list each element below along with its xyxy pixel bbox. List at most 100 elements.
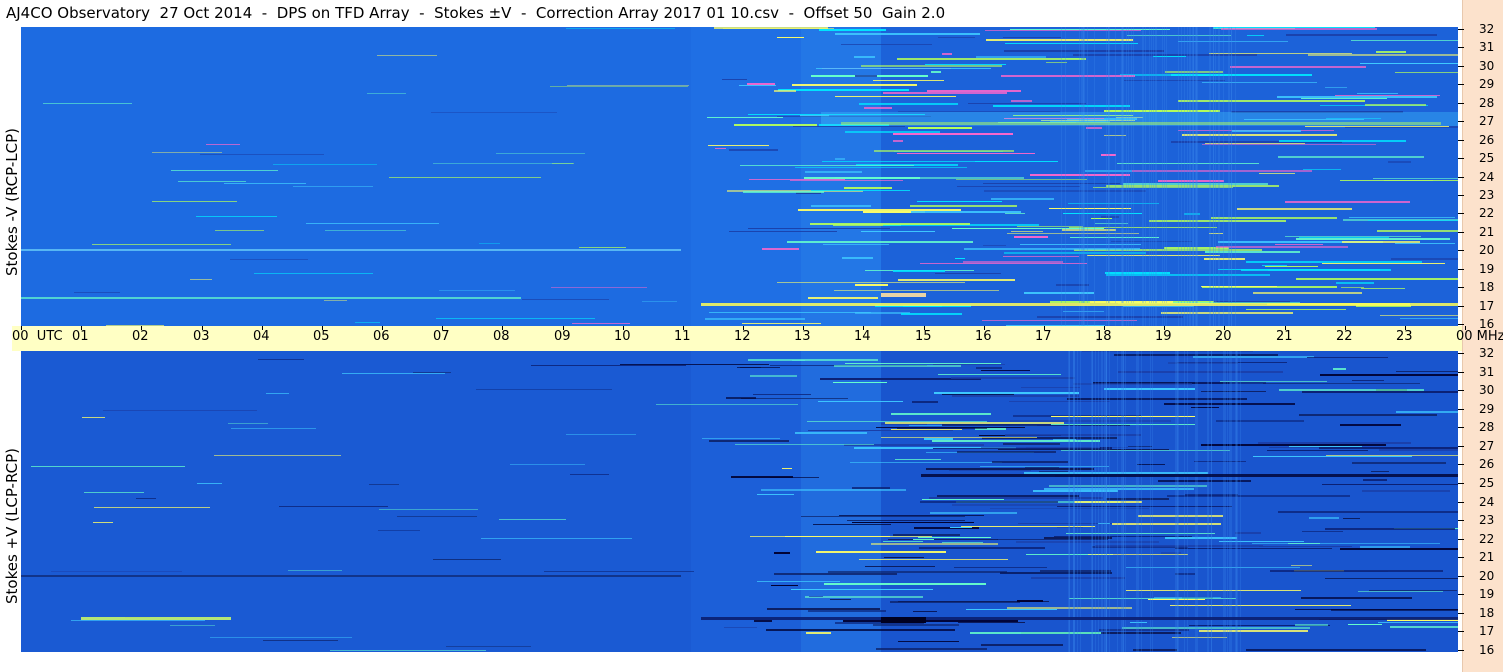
mhz-top-label: 18 [1479, 280, 1495, 294]
utc-label: 03 [193, 329, 210, 344]
mhz-top-tick [1458, 29, 1464, 30]
utc-label: 13 [794, 329, 811, 344]
mhz-bottom-label: 21 [1479, 550, 1495, 564]
utc-label: 02 [132, 329, 149, 344]
mhz-top-tick [1458, 158, 1464, 159]
mhz-bottom-label: 25 [1479, 476, 1495, 490]
utc-label: 09 [554, 329, 571, 344]
utc-label: 19 [1155, 329, 1172, 344]
utc-label: 04 [253, 329, 270, 344]
mhz-top-tick [1458, 195, 1464, 196]
mhz-top-tick [1458, 269, 1464, 270]
mhz-bottom-label: 20 [1479, 569, 1495, 583]
utc-label: 01 [72, 329, 89, 344]
utc-label: 12 [734, 329, 751, 344]
mhz-bottom-tick [1458, 464, 1464, 465]
mhz-top-label: 22 [1479, 206, 1495, 220]
mhz-bottom-tick [1458, 650, 1464, 651]
mhz-top-tick [1458, 47, 1464, 48]
mhz-top-tick [1458, 213, 1464, 214]
mhz-top-tick [1458, 103, 1464, 104]
mhz-bottom-tick [1458, 502, 1464, 503]
utc-label: 00 UTC [12, 329, 63, 344]
mhz-bottom-label: 24 [1479, 495, 1495, 509]
mhz-bottom-label: 23 [1479, 513, 1495, 527]
mhz-top-tick [1458, 177, 1464, 178]
mhz-top-label: 23 [1479, 188, 1495, 202]
spectrogram-bottom-plot [21, 351, 1458, 652]
mhz-bottom-tick [1458, 353, 1464, 354]
mhz-top-label: 17 [1479, 299, 1495, 313]
utc-label: 18 [1095, 329, 1112, 344]
utc-label: 22 [1336, 329, 1353, 344]
utc-label: 10 [614, 329, 631, 344]
mhz-top-tick [1458, 66, 1464, 67]
ylabel-bottom: Stokes +V (LCP-RCP) [3, 448, 21, 604]
utc-label: 07 [433, 329, 450, 344]
mhz-bottom-tick [1458, 427, 1464, 428]
spectrogram-panel-top [21, 27, 1458, 326]
mhz-bottom-tick [1458, 483, 1464, 484]
mhz-bottom-tick [1458, 390, 1464, 391]
mhz-bottom-tick [1458, 557, 1464, 558]
mhz-top-tick [1458, 250, 1464, 251]
mhz-bottom-tick [1458, 539, 1464, 540]
utc-label: 16 [975, 329, 992, 344]
utc-label: 23 [1396, 329, 1413, 344]
mhz-top-tick [1458, 121, 1464, 122]
utc-label: 05 [313, 329, 330, 344]
mhz-top-tick [1458, 324, 1464, 325]
mhz-bottom-tick [1458, 372, 1464, 373]
utc-label: 17 [1035, 329, 1052, 344]
utc-label: 08 [493, 329, 510, 344]
mhz-top-label: 27 [1479, 114, 1495, 128]
mhz-top-tick [1458, 140, 1464, 141]
spectrogram-title: AJ4CO Observatory 27 Oct 2014 - DPS on T… [6, 4, 946, 22]
mhz-bottom-label: 30 [1479, 383, 1495, 397]
mhz-top-label: 29 [1479, 77, 1495, 91]
utc-label: 11 [674, 329, 691, 344]
mhz-bottom-label: 27 [1479, 439, 1495, 453]
mhz-top-label: 26 [1479, 133, 1495, 147]
mhz-bottom-tick [1458, 446, 1464, 447]
utc-label: 06 [373, 329, 390, 344]
utc-label: 21 [1276, 329, 1293, 344]
mhz-top-label: 30 [1479, 59, 1495, 73]
mhz-top-tick [1458, 287, 1464, 288]
mhz-bottom-tick [1458, 576, 1464, 577]
mhz-bottom-label: 26 [1479, 457, 1495, 471]
mhz-bottom-label: 32 [1479, 346, 1495, 360]
mhz-top-label: 20 [1479, 243, 1495, 257]
mhz-bottom-tick [1458, 613, 1464, 614]
mhz-top-label: 24 [1479, 170, 1495, 184]
mhz-bottom-tick [1458, 631, 1464, 632]
spectrogram-panel-bottom [21, 351, 1458, 652]
mhz-top-label: 21 [1479, 225, 1495, 239]
mhz-bottom-label: 18 [1479, 606, 1495, 620]
utc-label: 15 [915, 329, 932, 344]
mhz-bottom-label: 17 [1479, 624, 1495, 638]
mhz-bottom-label: 31 [1479, 365, 1495, 379]
mhz-bottom-label: 22 [1479, 532, 1495, 546]
mhz-top-label: 32 [1479, 22, 1495, 36]
utc-label: 20 [1215, 329, 1232, 344]
ylabel-top: Stokes -V (RCP-LCP) [3, 128, 21, 276]
mhz-top-label: 31 [1479, 40, 1495, 54]
mhz-top-label: 19 [1479, 262, 1495, 276]
spectrogram-top-plot [21, 27, 1458, 326]
utc-label: 14 [854, 329, 871, 344]
mhz-top-label: 25 [1479, 151, 1495, 165]
utc-time-axis: 00 UTC 01 02 03 04 05 06 07 08 09 10 11 12 13 14 15 16 17… [12, 326, 1503, 351]
mhz-bottom-tick [1458, 594, 1464, 595]
mhz-bottom-tick [1458, 520, 1464, 521]
mhz-top-tick [1458, 84, 1464, 85]
mhz-bottom-tick [1458, 409, 1464, 410]
mhz-bottom-label: 29 [1479, 402, 1495, 416]
mhz-bottom-label: 16 [1479, 643, 1495, 657]
mhz-bottom-label: 28 [1479, 420, 1495, 434]
mhz-top-label: 28 [1479, 96, 1495, 110]
utc-label: 00 MHz [1456, 329, 1503, 344]
mhz-top-tick [1458, 232, 1464, 233]
mhz-bottom-label: 19 [1479, 587, 1495, 601]
mhz-top-tick [1458, 306, 1464, 307]
